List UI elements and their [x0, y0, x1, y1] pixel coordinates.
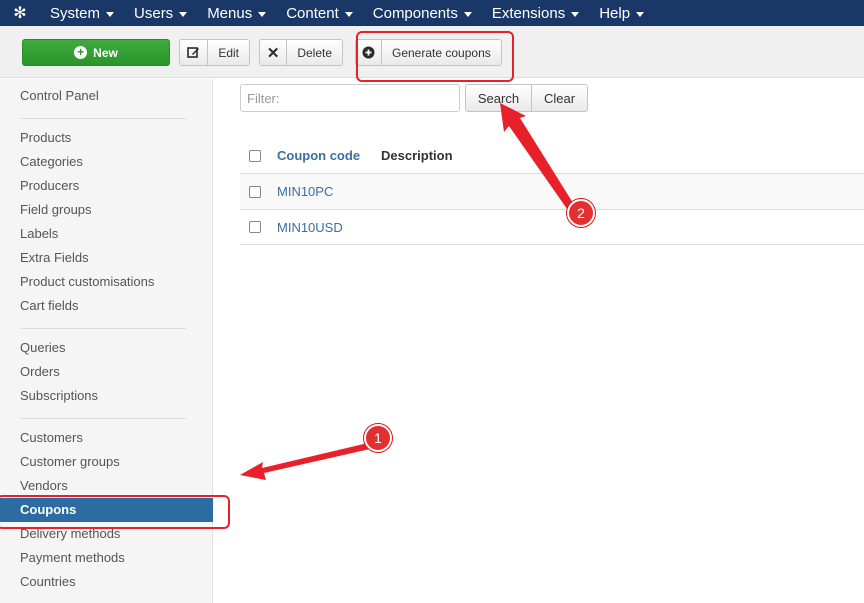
nav-system-label: System [50, 4, 101, 22]
search-button[interactable]: Search [465, 84, 532, 112]
caret-down-icon [179, 11, 188, 17]
row-checkbox[interactable] [249, 185, 261, 198]
column-header-description: Description [381, 148, 453, 163]
edit-button-label: Edit [218, 45, 239, 60]
delete-button[interactable]: ✕ Delete [259, 39, 343, 66]
nav-users-label: Users [134, 4, 174, 22]
sidebar-divider [20, 118, 186, 119]
annotation-badge-2: 2 [567, 199, 595, 227]
caret-down-icon [258, 11, 267, 17]
close-icon: ✕ [260, 40, 288, 65]
coupon-code-link[interactable]: MIN10USD [277, 220, 343, 235]
sidebar-item-products[interactable]: Products [0, 126, 213, 150]
sidebar-item-customer-groups[interactable]: Customer groups [0, 450, 213, 474]
sidebar-item-cart-fields[interactable]: Cart fields [0, 294, 213, 318]
highlight-generate-coupons [356, 31, 514, 82]
sidebar-item-customers[interactable]: Customers [0, 426, 213, 450]
nav-extensions[interactable]: Extensions [482, 0, 589, 26]
caret-down-icon [571, 11, 580, 17]
nav-components-label: Components [372, 4, 458, 22]
sidebar-divider [20, 418, 186, 419]
plus-circle-icon: + [74, 46, 88, 59]
highlight-coupons-item [0, 495, 230, 529]
table-row: MIN10PC [240, 173, 864, 209]
coupon-code-link[interactable]: MIN10PC [277, 184, 333, 199]
caret-down-icon [106, 11, 115, 17]
caret-down-icon [636, 11, 645, 17]
top-navbar: ✻ System Users Menus Content Components … [0, 0, 864, 26]
sidebar-item-queries[interactable]: Queries [0, 336, 213, 360]
filter-input[interactable] [240, 84, 460, 112]
new-button-label: New [93, 45, 118, 60]
nav-menus[interactable]: Menus [197, 0, 276, 26]
row-checkbox[interactable] [249, 221, 261, 233]
sidebar-item-orders[interactable]: Orders [0, 360, 213, 384]
select-all-checkbox[interactable] [249, 149, 261, 162]
sidebar-item-countries[interactable]: Countries [0, 570, 213, 594]
sidebar-item-extra-fields[interactable]: Extra Fields [0, 246, 213, 270]
nav-help-label: Help [599, 4, 631, 22]
joomla-icon[interactable]: ✻ [0, 0, 40, 26]
table-header: Coupon code Description [240, 138, 864, 173]
caret-down-icon [463, 11, 472, 17]
sidebar-item-categories[interactable]: Categories [0, 150, 213, 174]
sidebar-item-subscriptions[interactable]: Subscriptions [0, 384, 213, 408]
sidebar-item-control-panel[interactable]: Control Panel [0, 84, 213, 108]
sidebar-item-payment-methods[interactable]: Payment methods [0, 546, 213, 570]
sidebar-divider [20, 328, 186, 329]
clear-button[interactable]: Clear [532, 84, 588, 112]
sidebar-item-labels[interactable]: Labels [0, 222, 213, 246]
nav-help[interactable]: Help [589, 0, 654, 26]
new-button[interactable]: + New [22, 39, 170, 66]
nav-extensions-label: Extensions [491, 4, 566, 22]
sidebar-item-product-customisations[interactable]: Product customisations [0, 270, 213, 294]
caret-down-icon [344, 11, 353, 17]
annotation-badge-1: 1 [364, 424, 392, 452]
search-button-group: Search Clear [465, 84, 588, 112]
nav-components[interactable]: Components [363, 0, 482, 26]
nav-users[interactable]: Users [124, 0, 197, 26]
nav-menus-label: Menus [207, 4, 253, 22]
nav-content-label: Content [286, 4, 339, 22]
table-row: MIN10USD [240, 209, 864, 245]
edit-icon [180, 40, 209, 65]
arrow-1 [240, 443, 370, 480]
sidebar-item-field-groups[interactable]: Field groups [0, 198, 213, 222]
edit-button[interactable]: Edit [179, 39, 250, 66]
delete-button-label: Delete [297, 45, 332, 60]
sidebar-item-producers[interactable]: Producers [0, 174, 213, 198]
coupons-table: Coupon code Description MIN10PC MIN10USD [240, 138, 864, 245]
nav-system[interactable]: System [40, 0, 124, 26]
column-header-coupon-code[interactable]: Coupon code [277, 148, 381, 163]
nav-content[interactable]: Content [276, 0, 363, 26]
